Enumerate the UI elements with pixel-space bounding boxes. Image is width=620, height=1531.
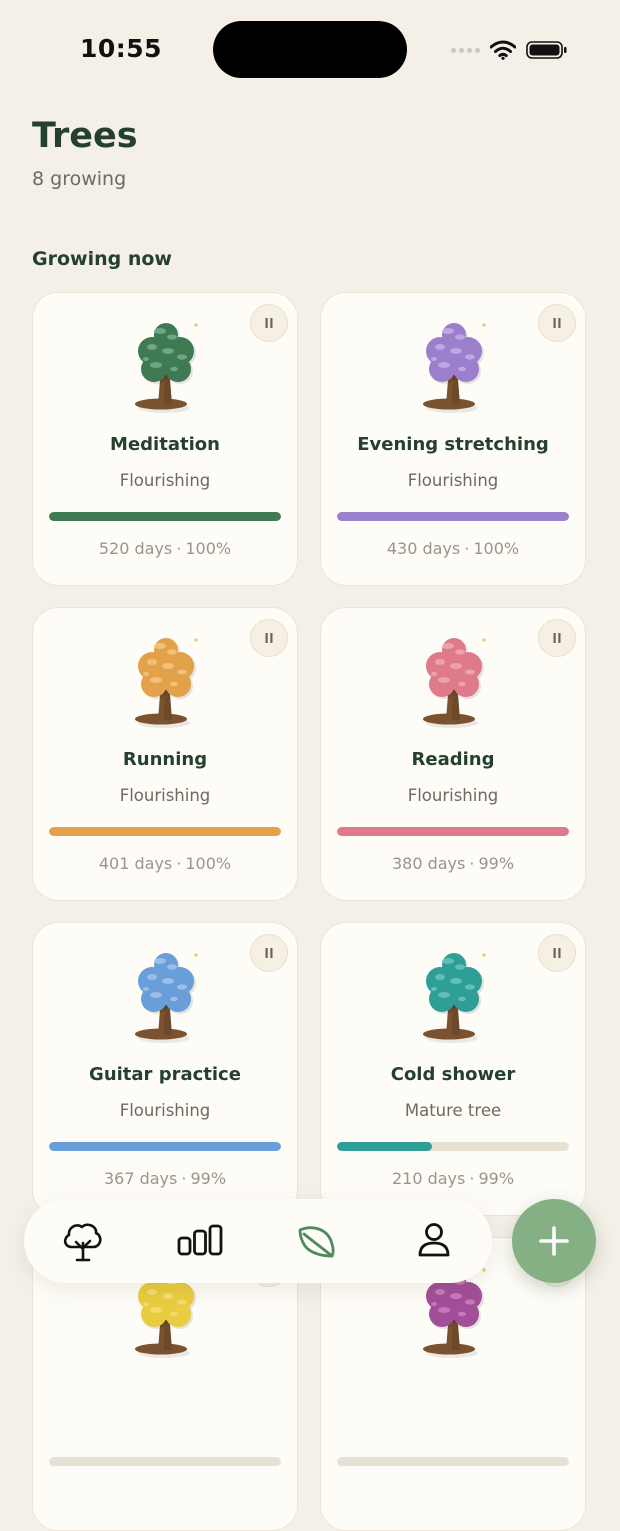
- progress-bar: [337, 512, 569, 521]
- section-heading: Growing now: [32, 248, 172, 270]
- tree-icon: [63, 1223, 102, 1262]
- habit-name: Guitar practice: [89, 1064, 241, 1085]
- completion-percent: 99%: [478, 1169, 515, 1188]
- status-indicators: [451, 38, 568, 62]
- separator: ·: [464, 539, 470, 558]
- habit-stats: 380 days · 99%: [321, 854, 585, 873]
- tab-bar: [24, 1199, 492, 1283]
- tree-illustration: [116, 622, 216, 732]
- progress-fill: [337, 1142, 433, 1151]
- tree-stage: Flourishing: [119, 786, 211, 805]
- leaf-icon: [298, 1226, 335, 1258]
- separator: ·: [176, 854, 182, 873]
- plus-icon: [539, 1226, 569, 1256]
- pause-button[interactable]: [250, 304, 288, 342]
- profile-icon: [418, 1223, 449, 1257]
- progress-bar: [49, 1457, 281, 1466]
- pause-button[interactable]: [538, 619, 576, 657]
- dynamic-island: [213, 21, 407, 78]
- days-count: 210 days: [391, 1169, 466, 1188]
- separator: ·: [176, 539, 182, 558]
- pause-button[interactable]: [538, 304, 576, 342]
- stats-icon: [177, 1224, 222, 1256]
- habit-card[interactable]: Reading Flourishing 380 days · 99%: [320, 607, 586, 901]
- habit-stats: [33, 1484, 297, 1503]
- habit-name: Reading: [411, 749, 495, 770]
- progress-bar: [337, 827, 569, 836]
- habit-stats: 401 days · 100%: [33, 854, 297, 873]
- progress-fill: [337, 512, 569, 521]
- tab-profile[interactable]: [404, 1211, 464, 1271]
- progress-bar: [337, 1457, 569, 1466]
- habit-stats: 210 days · 99%: [321, 1169, 585, 1188]
- wifi-icon: [490, 40, 516, 60]
- progress-fill: [49, 512, 281, 521]
- pause-icon: [265, 318, 273, 328]
- pause-button[interactable]: [250, 934, 288, 972]
- habit-name: Evening stretching: [357, 434, 549, 455]
- pause-icon: [553, 633, 561, 643]
- tree-illustration: [404, 937, 504, 1047]
- completion-percent: 100%: [185, 539, 232, 558]
- status-bar: 10:55: [0, 0, 620, 100]
- pause-button[interactable]: [250, 619, 288, 657]
- days-count: 401 days: [98, 854, 173, 873]
- habit-stats: 367 days · 99%: [33, 1169, 297, 1188]
- completion-percent: 99%: [190, 1169, 227, 1188]
- tab-stats[interactable]: [170, 1211, 230, 1271]
- progress-fill: [49, 827, 281, 836]
- tree-illustration: [404, 622, 504, 732]
- habit-name: Meditation: [110, 434, 220, 455]
- days-count: 367 days: [103, 1169, 178, 1188]
- progress-bar: [49, 512, 281, 521]
- habit-name: Cold shower: [390, 1064, 516, 1085]
- tree-stage: Flourishing: [407, 786, 499, 805]
- progress-fill: [49, 1142, 281, 1151]
- tree-stage: Flourishing: [407, 471, 499, 490]
- pause-icon: [265, 948, 273, 958]
- pause-icon: [553, 948, 561, 958]
- progress-bar: [49, 827, 281, 836]
- tab-habits[interactable]: [287, 1211, 347, 1271]
- days-count: 430 days: [386, 539, 461, 558]
- habit-card[interactable]: Guitar practice Flourishing 367 days · 99%: [32, 922, 298, 1216]
- tab-trees[interactable]: [53, 1211, 113, 1271]
- tree-stage: Flourishing: [119, 1101, 211, 1120]
- habit-stats: [321, 1484, 585, 1503]
- tree-illustration: [116, 307, 216, 417]
- progress-bar: [337, 1142, 569, 1151]
- pause-button[interactable]: [538, 934, 576, 972]
- progress-bar: [49, 1142, 281, 1151]
- habit-stats: 520 days · 100%: [33, 539, 297, 558]
- signal-icon: [451, 47, 480, 53]
- pause-icon: [265, 633, 273, 643]
- add-habit-button[interactable]: [512, 1199, 596, 1283]
- tree-illustration: [116, 937, 216, 1047]
- page-title: Trees: [32, 116, 138, 156]
- page-subtitle: 8 growing: [32, 168, 127, 190]
- separator: [161, 1484, 169, 1503]
- separator: ·: [469, 854, 475, 873]
- status-time: 10:55: [80, 34, 163, 63]
- completion-percent: 100%: [185, 854, 232, 873]
- separator: [449, 1484, 457, 1503]
- habit-card[interactable]: Running Flourishing 401 days · 100%: [32, 607, 298, 901]
- tree-illustration: [404, 307, 504, 417]
- completion-percent: 100%: [473, 539, 520, 558]
- separator: ·: [469, 1169, 475, 1188]
- progress-fill: [337, 827, 569, 836]
- separator: ·: [181, 1169, 187, 1188]
- habit-card[interactable]: Cold shower Mature tree 210 days · 99%: [320, 922, 586, 1216]
- battery-icon: [526, 41, 567, 59]
- days-count: 520 days: [98, 539, 173, 558]
- habit-stats: 430 days · 100%: [321, 539, 585, 558]
- completion-percent: 99%: [478, 854, 515, 873]
- habit-card[interactable]: Meditation Flourishing 520 days · 100%: [32, 292, 298, 586]
- tree-stage: Flourishing: [119, 471, 211, 490]
- days-count: 380 days: [391, 854, 466, 873]
- habit-name: Running: [122, 749, 208, 770]
- habit-card[interactable]: Evening stretching Flourishing 430 days · 10…: [320, 292, 586, 586]
- tree-stage: Mature tree: [404, 1101, 502, 1120]
- pause-icon: [553, 318, 561, 328]
